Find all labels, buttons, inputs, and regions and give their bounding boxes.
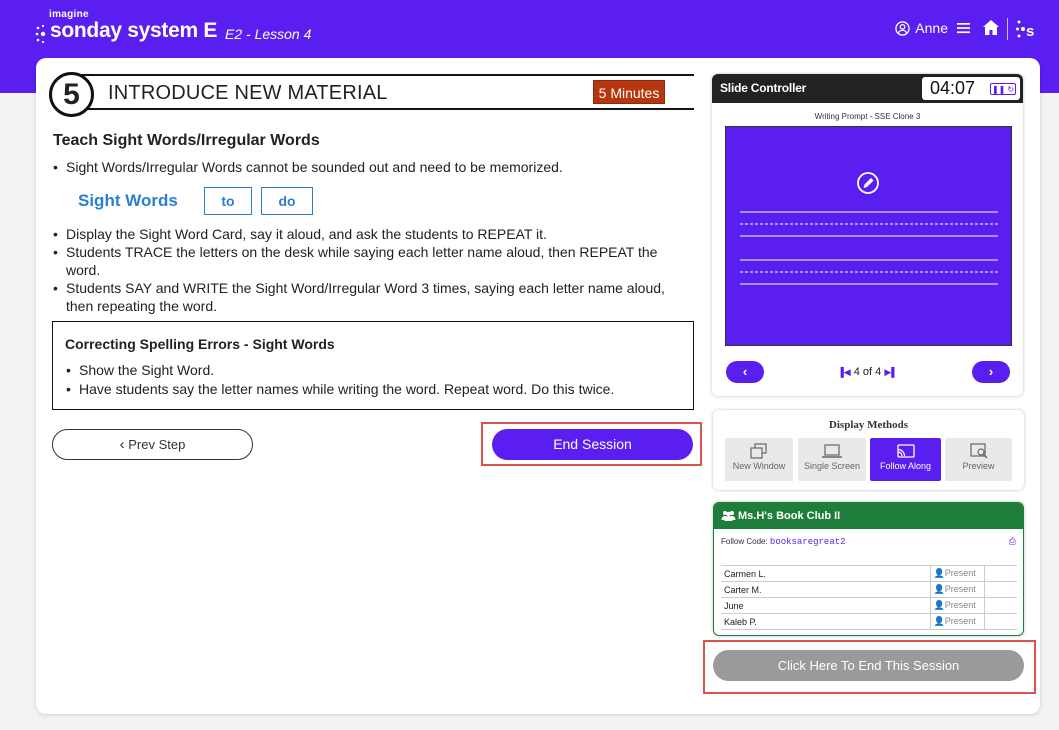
end-this-session-button[interactable]: Click Here To End This Session — [713, 650, 1024, 681]
step-rule-top — [72, 74, 694, 76]
single-screen-label: Single Screen — [803, 461, 861, 471]
table-row: Carmen L. 👤Present — [721, 565, 1017, 582]
prev-step-button[interactable]: ‹ Prev Step — [52, 429, 253, 460]
instruction-list: Display the Sight Word Card, say it alou… — [53, 225, 683, 315]
header-divider — [1007, 18, 1008, 40]
attendance-status[interactable]: 👤Present — [929, 565, 985, 582]
table-row: Kaleb P. 👤Present — [721, 613, 1017, 630]
last-slide-icon[interactable]: ▶▌ — [884, 367, 897, 377]
section-heading: Teach Sight Words/Irregular Words — [53, 132, 320, 149]
student-roster: Carmen L. 👤Present Carter M. 👤Present Ju… — [721, 565, 1017, 630]
student-name: Carter M. — [721, 581, 930, 598]
instruction-bullet: Display the Sight Word Card, say it alou… — [53, 225, 683, 243]
timer-value: 04:07 — [930, 78, 976, 98]
sight-word-card[interactable]: do — [261, 187, 313, 215]
prev-step-label: Prev Step — [128, 437, 186, 452]
student-name: Carmen L. — [721, 565, 930, 582]
student-name: Kaleb P. — [721, 613, 930, 630]
attendance-status[interactable]: 👤Present — [929, 613, 985, 630]
user-name: Anne — [915, 20, 948, 36]
table-row: Carter M. 👤Present — [721, 581, 1017, 598]
follow-code: Follow Code: booksaregreat2 — [721, 537, 846, 547]
display-methods-panel: Display Methods New Window Single Screen… — [713, 410, 1024, 490]
preview-option[interactable]: Preview — [945, 438, 1012, 481]
user-check-icon: 👤 — [933, 568, 945, 578]
pause-icon[interactable]: ❚❚ — [992, 85, 1005, 94]
single-screen-option[interactable]: Single Screen — [798, 438, 866, 481]
book-club-title: Ms.H's Book Club II — [738, 510, 841, 522]
sight-word-card[interactable]: to — [204, 187, 252, 215]
reset-icon[interactable]: ↻ — [1007, 85, 1014, 94]
attendance-status[interactable]: 👤Present — [929, 581, 985, 598]
correcting-title: Correcting Spelling Errors - Sight Words — [65, 336, 335, 352]
hamburger-menu-icon[interactable] — [957, 22, 971, 34]
group-icon — [721, 511, 736, 521]
slide-caption: Writing Prompt - SSE Clone 3 — [814, 112, 921, 121]
cast-icon — [896, 444, 915, 458]
user-check-icon: 👤 — [933, 616, 945, 626]
next-slide-button[interactable]: › — [972, 361, 1010, 383]
user-menu[interactable]: Anne — [895, 20, 971, 36]
intro-list: Sight Words/Irregular Words cannot be so… — [53, 158, 693, 176]
correcting-bullet: Have students say the letter names while… — [66, 380, 686, 398]
step-rule-bottom — [72, 108, 694, 110]
laptop-icon — [822, 444, 842, 458]
instruction-bullet: Students SAY and WRITE the Sight Word/Ir… — [53, 279, 683, 315]
new-window-option[interactable]: New Window — [725, 438, 793, 481]
pencil-shape — [863, 178, 874, 188]
slide-controller-title: Slide Controller — [720, 81, 807, 95]
slide-page-text: 4 of 4 — [853, 366, 882, 378]
svg-text:s: s — [1026, 23, 1034, 40]
new-window-label: New Window — [732, 461, 786, 471]
brand-name: sonday system E — [50, 19, 218, 42]
sight-words-label: Sight Words — [78, 191, 178, 210]
follow-along-label: Follow Along — [879, 461, 932, 471]
instruction-bullet: Students TRACE the letters on the desk w… — [53, 243, 683, 279]
student-name: June — [721, 597, 930, 614]
preview-label: Preview — [962, 461, 995, 471]
sonday-logo-icon[interactable]: s — [1015, 17, 1037, 41]
correcting-errors-box: Correcting Spelling Errors - Sight Words… — [52, 321, 694, 410]
duration-badge: 5 Minutes — [593, 80, 665, 104]
chevron-left-icon: ‹ — [119, 436, 125, 453]
first-slide-icon[interactable]: ▐◀ — [837, 367, 850, 377]
intro-bullet: Sight Words/Irregular Words cannot be so… — [53, 158, 693, 176]
table-row: June 👤Present — [721, 597, 1017, 614]
writing-prompt-slide — [740, 172, 998, 285]
chevron-right-icon: › — [988, 364, 994, 379]
follow-code-value[interactable]: booksaregreat2 — [770, 537, 846, 547]
attendance-status[interactable]: 👤Present — [929, 597, 985, 614]
book-club-panel: Ms.H's Book Club II Follow Code: booksar… — [713, 502, 1024, 636]
print-icon[interactable]: ⎙ — [1009, 536, 1016, 547]
slide-controller-panel: Slide Controller 04:07 ❚❚ ↻ Writing Prom… — [712, 74, 1023, 396]
home-icon[interactable] — [982, 19, 1000, 36]
slide-controller-header: Slide Controller 04:07 ❚❚ ↻ — [712, 74, 1023, 103]
end-session-button[interactable]: End Session — [492, 429, 693, 460]
timer-controls: ❚❚ ↻ — [990, 83, 1016, 95]
sonday-sun-icon — [35, 24, 46, 44]
display-methods-title: Display Methods — [828, 419, 909, 431]
user-check-icon: 👤 — [933, 600, 945, 610]
new-window-icon — [750, 443, 767, 459]
step-title: INTRODUCE NEW MATERIAL — [108, 82, 388, 104]
step-number: 5 — [49, 72, 94, 117]
user-check-icon: 👤 — [933, 584, 945, 594]
correcting-bullet: Show the Sight Word. — [66, 361, 686, 379]
book-club-header: Ms.H's Book Club II — [714, 503, 1023, 529]
follow-code-label: Follow Code: — [721, 537, 768, 546]
timer: 04:07 ❚❚ ↻ — [922, 77, 1020, 100]
lesson-title: E2 - Lesson 4 — [225, 26, 312, 42]
preview-icon — [969, 443, 987, 459]
slide-preview — [725, 126, 1012, 346]
user-circle-icon — [895, 20, 911, 36]
correcting-list: Show the Sight Word. Have students say t… — [66, 361, 686, 398]
follow-along-option[interactable]: Follow Along — [870, 438, 941, 481]
